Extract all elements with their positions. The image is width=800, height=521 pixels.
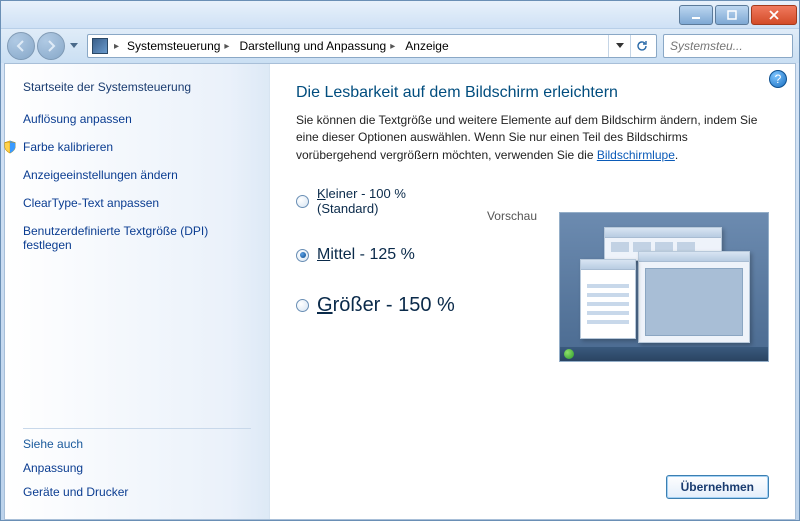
minimize-button[interactable] (679, 5, 713, 25)
desc-text: Sie können die Textgröße und weitere Ele… (296, 113, 757, 162)
preview-taskbar-icon (560, 347, 768, 361)
chevron-right-icon: ▸ (222, 41, 231, 52)
control-panel-window: ▸ Systemsteuerung ▸ Darstellung und Anpa… (0, 0, 800, 521)
breadcrumb-systemsteuerung[interactable]: Systemsteuerung ▸ (125, 35, 233, 57)
task-calibrate-color[interactable]: Farbe kalibrieren (23, 140, 251, 154)
preview-window-icon (638, 251, 750, 343)
address-dropdown-button[interactable] (608, 35, 630, 57)
task-adjust-resolution[interactable]: Auflösung anpassen (23, 112, 251, 126)
nav-buttons (7, 32, 81, 60)
titlebar (1, 1, 799, 29)
breadcrumb-darstellung[interactable]: Darstellung und Anpassung ▸ (237, 35, 399, 57)
close-icon (768, 9, 780, 21)
search-box[interactable] (663, 34, 793, 58)
address-bar[interactable]: ▸ Systemsteuerung ▸ Darstellung und Anpa… (87, 34, 657, 58)
task-adjust-cleartype[interactable]: ClearType-Text anpassen (23, 196, 251, 210)
radio-icon (296, 195, 309, 208)
forward-button[interactable] (37, 32, 65, 60)
chevron-right-icon: ▸ (388, 41, 397, 52)
breadcrumb-label: Anzeige (405, 39, 448, 53)
preview-label: Vorschau (487, 209, 537, 223)
back-button[interactable] (7, 32, 35, 60)
breadcrumb-label: Systemsteuerung (127, 39, 220, 53)
radio-medium[interactable]: Mittel - 125 % (296, 246, 537, 264)
radio-smaller[interactable]: Kleiner - 100 % (Standard) (296, 186, 459, 216)
chevron-down-icon (616, 43, 624, 49)
task-label: Auflösung anpassen (23, 112, 132, 126)
nav-history-dropdown[interactable] (67, 37, 81, 55)
preview-image (559, 212, 769, 362)
task-label: Anzeigeeinstellungen ändern (23, 168, 178, 182)
shield-icon (3, 140, 17, 154)
task-label: Benutzerdefinierte Textgröße (DPI) festl… (23, 224, 251, 252)
radio-icon (296, 249, 309, 262)
radio-larger[interactable]: Größer - 150 % (296, 294, 537, 317)
page-title: Die Lesbarkeit auf dem Bildschirm erleic… (296, 84, 769, 102)
maximize-button[interactable] (715, 5, 749, 25)
page-description: Sie können die Textgröße und weitere Ele… (296, 112, 769, 164)
maximize-icon (726, 9, 738, 21)
preview-window-icon (580, 259, 636, 339)
see-also-header: Siehe auch (23, 428, 251, 451)
search-input[interactable] (668, 38, 800, 54)
desc-text-end: . (675, 148, 678, 162)
radio-label: Mittel - 125 % (317, 246, 415, 264)
breadcrumb-label: Darstellung und Anpassung (239, 39, 386, 53)
close-button[interactable] (751, 5, 797, 25)
apply-button[interactable]: Übernehmen (666, 475, 769, 499)
sidebar: Startseite der Systemsteuerung Auflösung… (5, 64, 270, 519)
radio-label: Kleiner - 100 % (Standard) (317, 186, 459, 216)
task-custom-dpi[interactable]: Benutzerdefinierte Textgröße (DPI) festl… (23, 224, 251, 252)
radio-label: Größer - 150 % (317, 294, 455, 317)
refresh-icon (635, 39, 649, 53)
arrow-left-icon (14, 39, 28, 53)
content-body: Startseite der Systemsteuerung Auflösung… (4, 63, 796, 520)
see-also-personalization[interactable]: Anpassung (23, 461, 251, 475)
task-label: ClearType-Text anpassen (23, 196, 159, 210)
help-button[interactable]: ? (769, 70, 787, 88)
task-label: Farbe kalibrieren (23, 140, 113, 154)
chevron-down-icon (70, 43, 78, 49)
control-panel-home-link[interactable]: Startseite der Systemsteuerung (23, 80, 251, 94)
address-row: ▸ Systemsteuerung ▸ Darstellung und Anpa… (1, 29, 799, 63)
arrow-right-icon (44, 39, 58, 53)
refresh-button[interactable] (630, 35, 652, 57)
radio-icon (296, 299, 309, 312)
control-panel-icon (92, 38, 108, 54)
see-also-devices-printers[interactable]: Geräte und Drucker (23, 485, 251, 499)
size-options: Kleiner - 100 % (Standard) Vorschau Mitt… (296, 186, 769, 362)
minimize-icon (690, 9, 702, 21)
chevron-right-icon: ▸ (112, 41, 121, 52)
breadcrumb-anzeige[interactable]: Anzeige (403, 35, 450, 57)
task-change-display-settings[interactable]: Anzeigeeinstellungen ändern (23, 168, 251, 182)
main-panel: ? Die Lesbarkeit auf dem Bildschirm erle… (270, 64, 795, 519)
magnifier-link[interactable]: Bildschirmlupe (597, 148, 675, 162)
